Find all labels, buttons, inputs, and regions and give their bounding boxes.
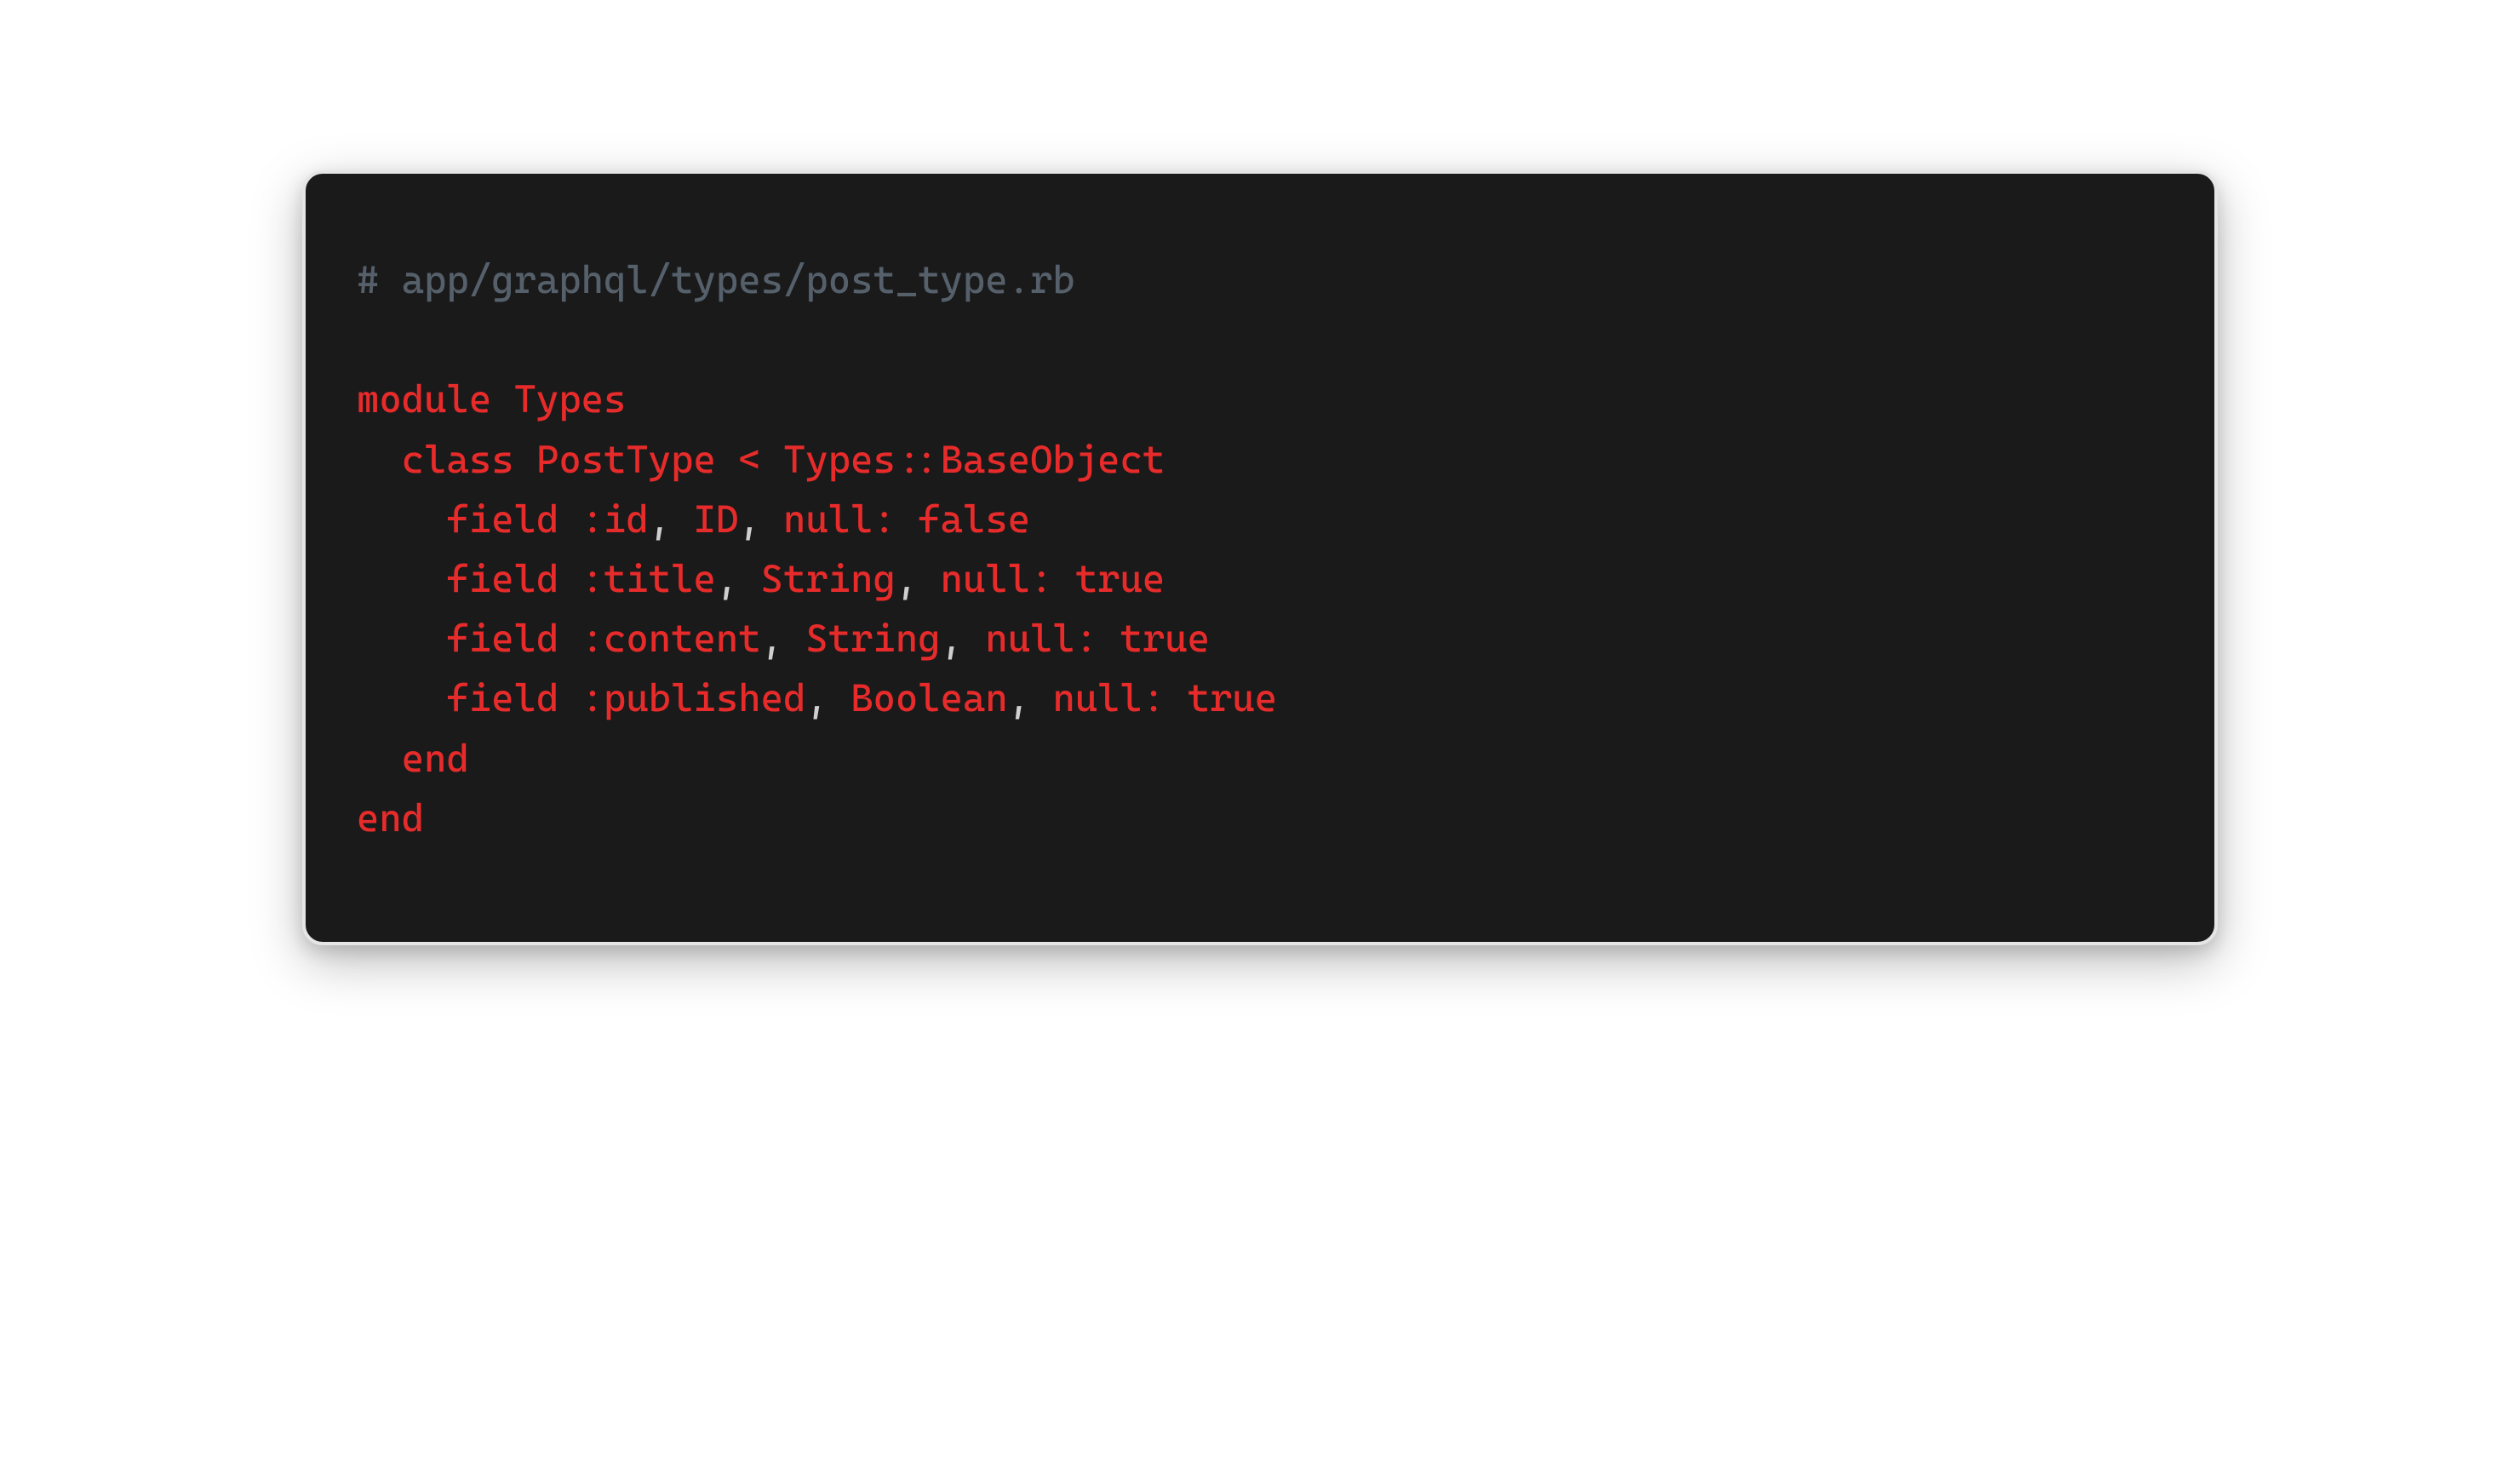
null-kw: null:: [1052, 675, 1165, 720]
code-comment: # app/graphql/types/post_type.rb: [357, 257, 1075, 302]
comma: ,: [649, 496, 671, 542]
field-type-title: String: [761, 556, 896, 601]
module-name: Types: [514, 376, 627, 422]
op-lt: <: [738, 437, 760, 482]
field-kw: field: [446, 556, 558, 601]
null-kw: null:: [783, 496, 896, 542]
field-kw: field: [446, 675, 558, 720]
base-scope: Types: [783, 437, 896, 482]
base-class: BaseObject: [941, 437, 1166, 482]
null-kw: null:: [941, 556, 1053, 601]
scope-op: ::: [896, 437, 941, 482]
kw-module: module: [357, 376, 491, 422]
field-kw: field: [446, 616, 558, 661]
field-name-content: :content: [581, 616, 761, 661]
field-name-title: :title: [581, 556, 716, 601]
comma: ,: [1008, 675, 1030, 720]
comma: ,: [941, 616, 963, 661]
null-val-published: true: [1188, 675, 1277, 720]
null-kw: null:: [985, 616, 1097, 661]
field-name-id: :id: [581, 496, 649, 542]
comma: ,: [805, 675, 828, 720]
class-name: PostType: [536, 437, 716, 482]
comma: ,: [738, 496, 760, 542]
field-name-published: :published: [581, 675, 806, 720]
code-block: # app/graphql/types/post_type.rb module …: [302, 170, 2218, 945]
field-type-id: ID: [694, 496, 739, 542]
field-type-content: String: [805, 616, 940, 661]
comma: ,: [761, 616, 783, 661]
kw-end: end: [402, 736, 469, 781]
field-kw: field: [446, 496, 558, 542]
comma: ,: [896, 556, 918, 601]
code-content: # app/graphql/types/post_type.rb module …: [357, 250, 2163, 848]
comma: ,: [716, 556, 738, 601]
null-val-id: false: [918, 496, 1030, 542]
null-val-content: true: [1120, 616, 1210, 661]
kw-end: end: [357, 795, 424, 841]
null-val-title: true: [1075, 556, 1165, 601]
kw-class: class: [402, 437, 514, 482]
field-type-published: Boolean: [850, 675, 1008, 720]
